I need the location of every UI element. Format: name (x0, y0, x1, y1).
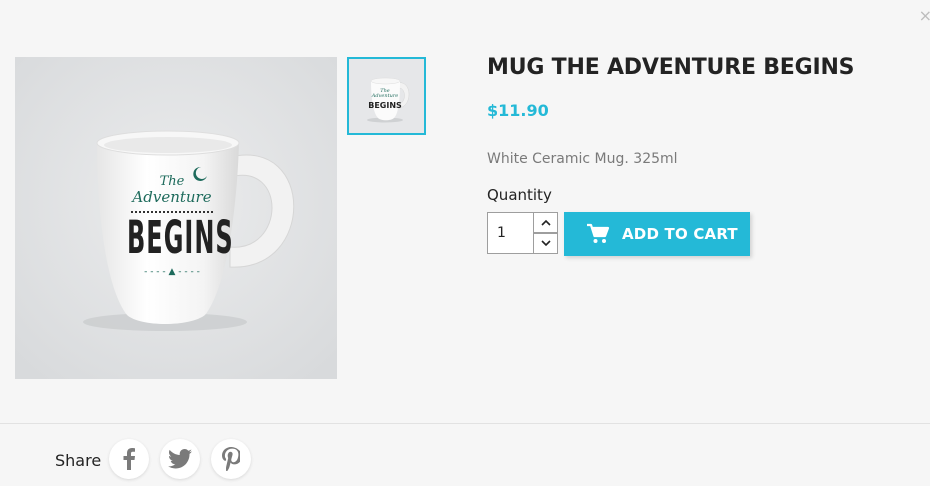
svg-text:BEGINS: BEGINS (368, 101, 402, 110)
product-main-image: The Adventure BEGINS - - - - ▲ - - - - (15, 57, 337, 379)
mug-text-begins: BEGINS (127, 211, 234, 265)
product-description: White Ceramic Mug. 325ml (487, 151, 678, 167)
product-thumbnail[interactable]: The Adventure BEGINS (347, 57, 426, 135)
add-to-cart-label: ADD TO CART (622, 225, 738, 243)
share-twitter-button[interactable] (160, 439, 200, 479)
twitter-icon (168, 449, 192, 469)
share-pinterest-button[interactable] (211, 439, 251, 479)
chevron-down-icon (540, 240, 551, 247)
quantity-label: Quantity (487, 186, 552, 204)
product-price: $11.90 (487, 101, 549, 120)
shopping-cart-icon (587, 223, 610, 243)
add-to-cart-button[interactable]: ADD TO CART (564, 212, 750, 256)
mug-text-adventure: Adventure (132, 188, 212, 206)
share-label: Share (55, 451, 102, 470)
close-icon[interactable]: × (919, 8, 930, 24)
chevron-up-icon (540, 219, 551, 226)
quantity-decrease-button[interactable] (533, 233, 558, 254)
share-facebook-button[interactable] (109, 439, 149, 479)
product-title: MUG THE ADVENTURE BEGINS (487, 55, 855, 80)
mug-text-the: The (159, 174, 185, 189)
quantity-input[interactable] (487, 212, 533, 254)
quantity-stepper (487, 212, 558, 256)
svg-text:Adventure: Adventure (371, 93, 398, 99)
facebook-icon (123, 448, 135, 470)
divider (0, 423, 930, 424)
quantity-increase-button[interactable] (533, 212, 558, 233)
pinterest-icon (222, 447, 240, 471)
